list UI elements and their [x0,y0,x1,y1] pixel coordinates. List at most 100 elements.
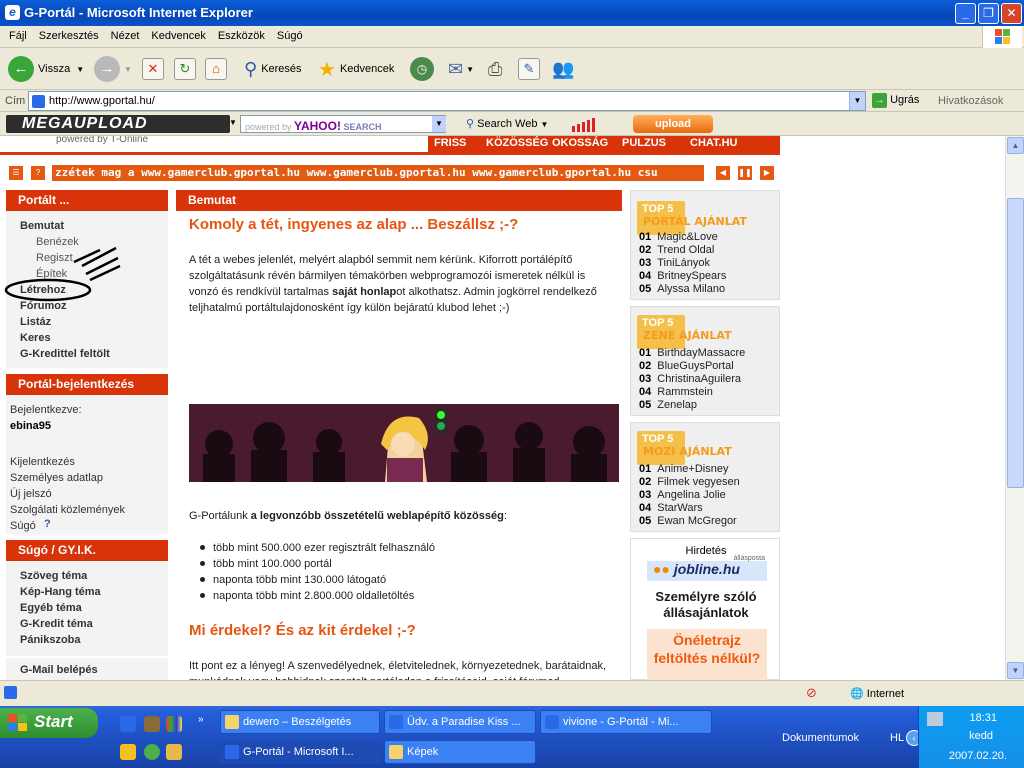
scroll-thumb[interactable] [1007,198,1024,488]
help-question-icon[interactable]: ? [44,518,51,530]
ticker-bar: ☰ ? zzétek mag a www.gamerclub.gportal.h… [0,163,780,183]
nav-chat[interactable]: CHAT.HU [690,137,737,149]
menu-tools[interactable]: Eszközök [212,26,271,42]
refresh-button[interactable]: ↻ [174,54,196,84]
gmail-login-link[interactable]: G-Mail belépés [20,664,98,676]
quicklaunch-app-icon[interactable] [144,716,160,732]
list-item[interactable]: 03 Angelina Jolie [639,489,740,502]
help-icon[interactable]: ? [31,166,45,180]
list-item[interactable]: 01 Magic&Love [639,231,726,244]
personal-data-link[interactable]: Személyes adatlap [10,472,103,484]
scroll-up-icon[interactable]: ▲ [1007,137,1024,154]
search-button[interactable]: ⚲ Keresés [244,54,302,84]
quicklaunch-folder-icon[interactable] [120,744,136,760]
list-item[interactable]: 04 Rammstein [639,386,745,399]
home-button[interactable]: ⌂ [205,54,227,84]
forward-button[interactable]: → ▼ [94,54,132,84]
nav-pulzus[interactable]: PULZUS [622,137,666,149]
list-item[interactable]: 02 Trend Oldal [639,244,726,257]
yahoo-dropdown-icon[interactable]: ▼ [432,116,446,132]
list-icon[interactable]: ☰ [9,166,23,180]
list-item[interactable]: 04 BritneySpears [639,270,726,283]
help-other-topic[interactable]: Egyéb téma [20,602,82,614]
back-button[interactable]: ← Vissza ▼ [8,54,84,84]
menu-help[interactable]: Súgó [271,26,309,42]
yahoo-search-input[interactable]: powered by YAHOO! SEARCH [240,115,446,133]
help-link[interactable]: Súgó [10,520,36,532]
quicklaunch-expand-icon[interactable]: » [198,714,204,725]
link-keres[interactable]: Keres [20,332,51,344]
help-text-topic[interactable]: Szöveg téma [20,570,87,582]
link-gkredit[interactable]: G-Kredittel feltölt [20,348,110,360]
logout-link[interactable]: Kijelentkezés [10,456,75,468]
quicklaunch-media-icon[interactable] [166,716,182,732]
list-item[interactable]: 03 TiniLányok [639,257,726,270]
mega-dropdown-icon[interactable]: ▼ [229,118,237,127]
task-dewero[interactable]: dewero – Beszélgetés [220,710,380,734]
favorites-button[interactable]: ★ Kedvencek [318,54,394,84]
close-button[interactable]: ✕ [1001,3,1022,24]
nav-okossag[interactable]: OKOSSÁG [552,137,608,149]
maximize-button[interactable]: ❐ [978,3,999,24]
forward-arrow-icon: → [94,56,120,82]
jobline-logo: ●● jobline.hu állásposta [647,555,767,581]
start-button[interactable]: Start [0,708,98,738]
help-image-sound-topic[interactable]: Kép-Hang téma [20,586,101,598]
quicklaunch-ie-icon[interactable] [120,716,136,732]
clock-time[interactable]: 18:31 [919,712,1024,724]
task-vivione[interactable]: vivione - G-Portál - Mi... [540,710,712,734]
link-listaz[interactable]: Listáz [20,316,51,328]
ticker-pause-icon[interactable]: ❚❚ [738,166,752,180]
ticker-prev-icon[interactable]: ◀ [716,166,730,180]
address-dropdown-icon[interactable]: ▼ [849,92,865,110]
language-indicator[interactable]: HL [890,732,904,744]
nav-kozosseg[interactable]: KÖZÖSSÉG [486,137,548,149]
ticker-next-icon[interactable]: ▶ [760,166,774,180]
list-item[interactable]: 05 Ewan McGregor [639,515,740,528]
go-button[interactable]: → Ugrás [872,93,919,108]
list-item[interactable]: 02 BlueGuysPortal [639,360,745,373]
new-password-link[interactable]: Új jelszó [10,488,52,500]
history-button[interactable]: ◷ [410,54,434,84]
documents-toolbar[interactable]: Dokumentumok [782,732,859,744]
menu-favorites[interactable]: Kedvencek [145,26,211,42]
folder-icon [389,745,403,759]
address-input[interactable]: http://www.gportal.hu/ ▼ [28,91,866,111]
list-item[interactable]: 02 Filmek vegyesen [639,476,740,489]
nav-friss[interactable]: FRISS [434,137,466,149]
quicklaunch-explorer-icon[interactable] [166,744,182,760]
edit-button[interactable]: ✎ [518,54,540,84]
list-item[interactable]: 03 ChristinaAguilera [639,373,745,386]
service-notices-link[interactable]: Szolgálati közlemények [10,504,125,516]
list-item[interactable]: 04 StarWars [639,502,740,515]
task-paradise[interactable]: Üdv. a Paradise Kiss ... [384,710,536,734]
menu-view[interactable]: Nézet [105,26,146,42]
list-item[interactable]: 05 Alyssa Milano [639,283,726,296]
messenger-button[interactable]: 👥 [552,54,574,84]
search-web-button[interactable]: ⚲ Search Web ▼ [466,117,548,130]
help-panic-room[interactable]: Pánikszoba [20,634,81,646]
star-icon: ★ [318,58,336,81]
task-kepek[interactable]: Képek [384,740,536,764]
popup-blocked-icon[interactable]: ⊘ [806,685,817,701]
minimize-button[interactable]: _ [955,3,976,24]
stop-button[interactable]: ✕ [142,54,164,84]
mail-button[interactable]: ✉ ▼ [448,54,474,84]
quicklaunch-messenger-icon[interactable] [144,744,160,760]
ticker-text[interactable]: zzétek mag a www.gamerclub.gportal.hu ww… [52,165,704,181]
list-item[interactable]: 01 BirthdayMassacre [639,347,745,360]
portal-name: Angelina Jolie [657,489,726,501]
links-label[interactable]: Hivatkozások [938,95,1003,107]
list-item[interactable]: 05 Zenelap [639,399,745,412]
help-gkredit-topic[interactable]: G-Kredit téma [20,618,93,630]
upload-button[interactable]: upload [633,115,713,133]
vertical-scrollbar[interactable]: ▲ ▼ [1005,136,1024,680]
scroll-down-icon[interactable]: ▼ [1007,662,1024,679]
menu-file[interactable]: Fájl [3,26,33,42]
advertisement-box[interactable]: Hirdetés ●● jobline.hu állásposta Személ… [630,538,780,680]
print-button[interactable]: ⎙ [488,54,502,84]
link-bemutat[interactable]: Bemutat [20,220,64,232]
list-item[interactable]: 01 Anime+Disney [639,463,740,476]
task-gportal[interactable]: G-Portál - Microsoft I... [220,740,380,764]
menu-edit[interactable]: Szerkesztés [33,26,105,42]
